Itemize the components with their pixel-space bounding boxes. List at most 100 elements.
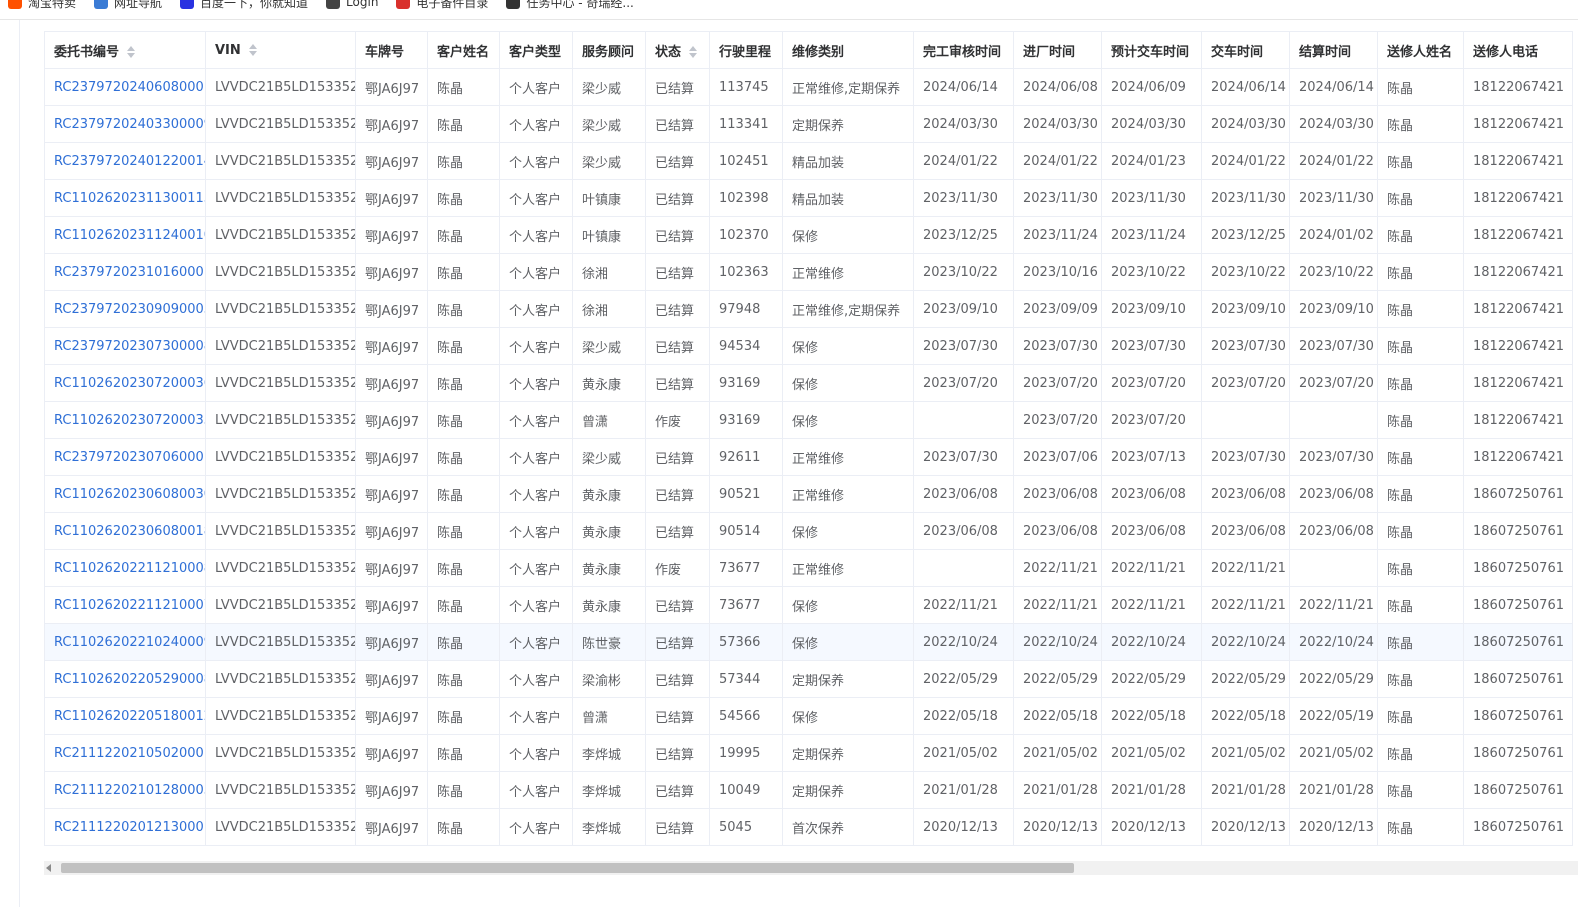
order-number-link[interactable]: RC21112202101280003 — [44, 771, 206, 809]
table-cell: 18607250761 — [1463, 697, 1573, 735]
order-number-link[interactable]: RC11026202311300113 — [44, 179, 206, 217]
table-cell: 李烨城 — [572, 771, 646, 809]
table-cell: 2022/11/21 — [1289, 586, 1378, 624]
table-cell: 2023/06/08 — [1101, 475, 1202, 513]
table-cell: 2023/07/30 — [913, 438, 1014, 476]
column-header[interactable]: VIN — [205, 31, 356, 69]
column-header[interactable]: 委托书编号 — [44, 31, 206, 69]
bookmark-item[interactable]: Login — [326, 0, 378, 9]
table-row[interactable]: RC23797202310160001 LVVDC21B5LD153352 鄂JA6… — [44, 253, 1573, 291]
table-cell: 鄂JA6J97 — [355, 771, 428, 809]
table-row[interactable]: RC11026202210240009 LVVDC21B5LD153352 鄂JA6… — [44, 623, 1573, 661]
sort-caret-icon[interactable] — [689, 46, 698, 58]
table-row[interactable]: RC23797202307300008 LVVDC21B5LD153352 鄂JA6… — [44, 327, 1573, 365]
table-cell: 2021/05/02 — [913, 734, 1014, 772]
table-row[interactable]: RC21112202105020001 LVVDC21B5LD153352 鄂JA6… — [44, 734, 1573, 772]
table-cell: 保修 — [782, 364, 914, 402]
bookmark-item[interactable]: 百度一下，你就知道 — [180, 0, 308, 11]
table-cell: 18607250761 — [1463, 734, 1573, 772]
table-cell: 已结算 — [645, 253, 710, 291]
order-number-link[interactable]: RC23797202406080001 — [44, 68, 206, 106]
order-number-link[interactable]: RC11026202210240009 — [44, 623, 206, 661]
order-number-link[interactable]: RC23797202401220014 — [44, 142, 206, 180]
repair-orders-table-container[interactable]: 委托书编号 VIN 车牌号 客户姓名 客户类型 服务顾问 状态 行驶里程 维修类别 完工审核时间 进… — [44, 31, 1578, 861]
table-row[interactable]: RC11026202307200035 LVVDC21B5LD153352 鄂JA6… — [44, 401, 1573, 439]
bookmarks-bar: 淘宝特卖 网址导航 百度一下，你就知道 Login 电子备件目录 任务中心 - 奇瑞经..… — [0, 0, 1578, 12]
table-row[interactable]: RC11026202307200036 LVVDC21B5LD153352 鄂JA6… — [44, 364, 1573, 402]
table-cell: 正常维修 — [782, 253, 914, 291]
table-cell: 鄂JA6J97 — [355, 364, 428, 402]
table-cell: 李烨城 — [572, 808, 646, 846]
bookmark-item[interactable]: 淘宝特卖 — [8, 0, 76, 11]
order-number-link[interactable]: RC11026202306080030 — [44, 475, 206, 513]
bookmark-item[interactable]: 任务中心 - 奇瑞经... — [506, 0, 634, 11]
order-number-link[interactable]: RC23797202307060001 — [44, 438, 206, 476]
order-number-link[interactable]: RC11026202205290008 — [44, 660, 206, 698]
table-cell: 个人客户 — [499, 475, 573, 513]
horizontal-scrollbar[interactable] — [44, 861, 1578, 875]
table-cell: 2023/07/20 — [1201, 364, 1290, 402]
bookmark-label: 淘宝特卖 — [28, 0, 77, 10]
order-number-link[interactable]: RC21112202012130001 — [44, 808, 206, 846]
order-number-link[interactable]: RC11026202307200035 — [44, 401, 206, 439]
table-row[interactable]: RC11026202311240010 LVVDC21B5LD153352 鄂JA6… — [44, 216, 1573, 254]
order-number-link[interactable]: RC21112202105020001 — [44, 734, 206, 772]
table-row[interactable]: RC21112202101280003 LVVDC21B5LD153352 鄂JA6… — [44, 771, 1573, 809]
scrollbar-thumb[interactable] — [61, 863, 1074, 873]
table-cell: 保修 — [782, 623, 914, 661]
bookmark-item[interactable]: 电子备件目录 — [396, 0, 488, 11]
order-number-link[interactable]: RC23797202307300008 — [44, 327, 206, 365]
order-number-link[interactable]: RC23797202310160001 — [44, 253, 206, 291]
table-cell: LVVDC21B5LD153352 — [205, 253, 356, 291]
scroll-left-arrow-icon[interactable] — [46, 864, 51, 872]
table-row[interactable]: RC11026202211210007 LVVDC21B5LD153352 鄂JA6… — [44, 586, 1573, 624]
order-number-link[interactable]: RC11026202211210007 — [44, 586, 206, 624]
table-cell: 个人客户 — [499, 142, 573, 180]
table-row[interactable]: RC23797202401220014 LVVDC21B5LD153352 鄂JA6… — [44, 142, 1573, 180]
order-number-link[interactable]: RC11026202211210008 — [44, 549, 206, 587]
sort-caret-icon[interactable] — [127, 46, 136, 58]
table-cell: 2021/01/28 — [1289, 771, 1378, 809]
table-cell — [1289, 549, 1378, 587]
table-cell: 叶镇康 — [572, 179, 646, 217]
table-cell: 2023/07/30 — [1013, 327, 1102, 365]
table-cell: 个人客户 — [499, 623, 573, 661]
table-cell: 2022/05/18 — [913, 697, 1014, 735]
table-cell: 2023/10/22 — [1201, 253, 1290, 291]
table-cell: 2023/06/08 — [1101, 512, 1202, 550]
table-cell: 鄂JA6J97 — [355, 401, 428, 439]
table-row[interactable]: RC11026202205290008 LVVDC21B5LD153352 鄂JA6… — [44, 660, 1573, 698]
column-header-label: 状态 — [655, 44, 682, 60]
table-row[interactable]: RC11026202306080018 LVVDC21B5LD153352 鄂JA6… — [44, 512, 1573, 550]
table-cell: 鄂JA6J97 — [355, 438, 428, 476]
order-number-link[interactable]: RC11026202306080018 — [44, 512, 206, 550]
table-cell: 保修 — [782, 327, 914, 365]
sort-caret-icon[interactable] — [248, 44, 257, 56]
table-cell: 陈晶 — [1377, 179, 1464, 217]
table-cell: 10049 — [709, 771, 783, 809]
table-cell: 2023/07/30 — [1289, 438, 1378, 476]
table-row[interactable]: RC11026202311300113 LVVDC21B5LD153352 鄂JA6… — [44, 179, 1573, 217]
table-cell: 保修 — [782, 586, 914, 624]
column-header-label: 客户姓名 — [437, 44, 490, 60]
table-cell: 2022/05/29 — [913, 660, 1014, 698]
table-row[interactable]: RC11026202211210008 LVVDC21B5LD153352 鄂JA6… — [44, 549, 1573, 587]
table-row[interactable]: RC23797202403300009 LVVDC21B5LD153352 鄂JA6… — [44, 105, 1573, 143]
table-row[interactable]: RC23797202406080001 LVVDC21B5LD153352 鄂JA6… — [44, 68, 1573, 106]
table-row[interactable]: RC11026202306080030 LVVDC21B5LD153352 鄂JA6… — [44, 475, 1573, 513]
order-number-link[interactable]: RC23797202403300009 — [44, 105, 206, 143]
order-number-link[interactable]: RC11026202311240010 — [44, 216, 206, 254]
table-cell: 2023/06/08 — [913, 512, 1014, 550]
table-cell: 陈晶 — [1377, 142, 1464, 180]
table-cell: 李烨城 — [572, 734, 646, 772]
order-number-link[interactable]: RC11026202307200036 — [44, 364, 206, 402]
bookmark-item[interactable]: 网址导航 — [94, 0, 162, 11]
table-cell: 18122067421 — [1463, 401, 1573, 439]
column-header[interactable]: 状态 — [645, 31, 710, 69]
order-number-link[interactable]: RC11026202205180012 — [44, 697, 206, 735]
table-row[interactable]: RC23797202309090003 LVVDC21B5LD153352 鄂JA6… — [44, 290, 1573, 328]
table-row[interactable]: RC23797202307060001 LVVDC21B5LD153352 鄂JA6… — [44, 438, 1573, 476]
table-row[interactable]: RC11026202205180012 LVVDC21B5LD153352 鄂JA6… — [44, 697, 1573, 735]
table-row[interactable]: RC21112202012130001 LVVDC21B5LD153352 鄂JA6… — [44, 808, 1573, 846]
order-number-link[interactable]: RC23797202309090003 — [44, 290, 206, 328]
